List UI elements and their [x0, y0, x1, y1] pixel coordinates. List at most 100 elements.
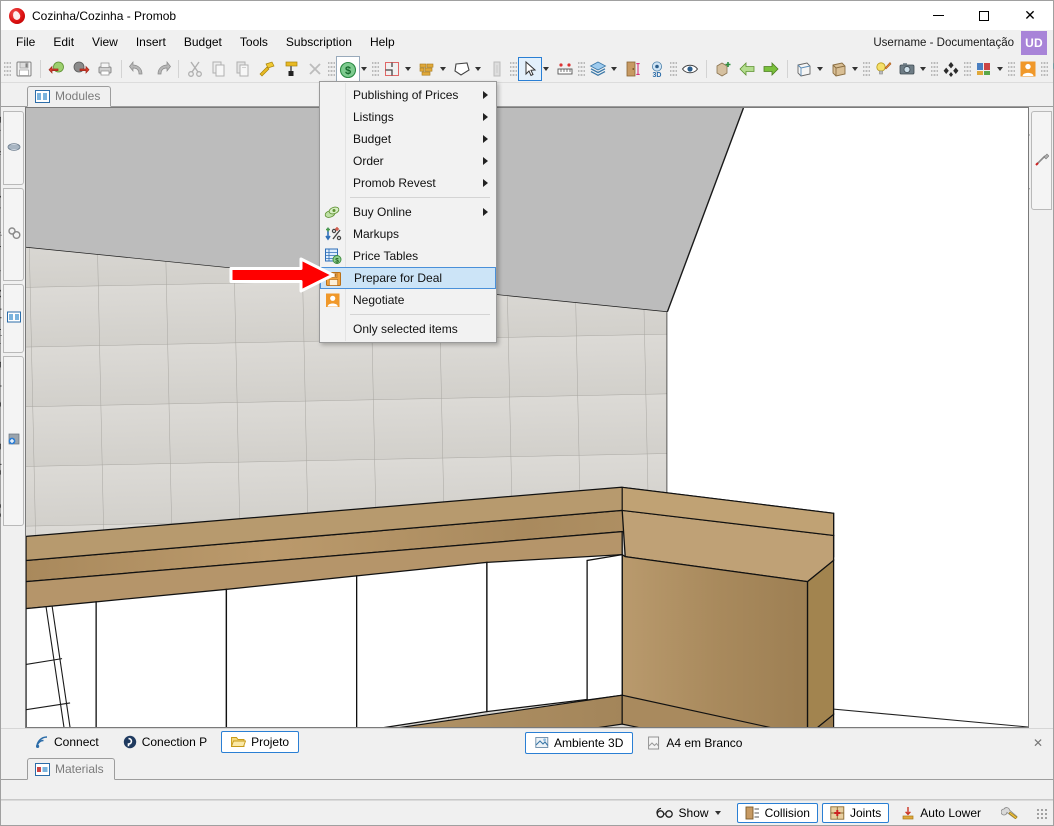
user-button[interactable]: [1016, 57, 1040, 81]
solid-view-button[interactable]: [827, 57, 851, 81]
toolbar-grip-9[interactable]: [964, 59, 971, 78]
sidebar-item-module-list[interactable]: Module List: [0, 283, 24, 353]
tab-modules[interactable]: Modules: [27, 86, 112, 107]
menu-item-markups[interactable]: Markups: [320, 223, 496, 245]
light-button[interactable]: [871, 57, 895, 81]
tab-materials[interactable]: Materials: [27, 758, 115, 780]
layers-button[interactable]: [586, 57, 610, 81]
import-button[interactable]: [45, 57, 69, 81]
menu-item-price-tables[interactable]: $ Price Tables: [320, 245, 496, 267]
save-button[interactable]: [12, 57, 36, 81]
menu-help[interactable]: Help: [361, 31, 404, 54]
tab-a4-em-branco[interactable]: A4 em Branco: [637, 732, 752, 754]
viewport-3d[interactable]: [25, 107, 1029, 728]
tab-projeto[interactable]: Projeto: [221, 730, 300, 753]
select-tool-button[interactable]: [518, 56, 542, 81]
menu-item-only-selected-items[interactable]: Only selected items: [320, 318, 496, 340]
toolbar-grip-3[interactable]: [372, 59, 379, 78]
camera-caret-icon[interactable]: [920, 66, 926, 71]
sidebar-item-automatic-insert[interactable]: Automatic Insert: [0, 188, 24, 281]
export-button[interactable]: [69, 57, 93, 81]
menu-budget[interactable]: Budget: [175, 31, 231, 54]
show-button[interactable]: Show: [648, 803, 733, 823]
sidebar-item-extras-items[interactable]: Extras Items: [0, 111, 24, 186]
auto-lower-button[interactable]: Auto Lower: [893, 803, 989, 823]
minimize-button[interactable]: [915, 1, 961, 30]
menu-item-negotiate[interactable]: Negotiate: [320, 289, 496, 311]
visibility-button[interactable]: [678, 57, 702, 81]
camera-button[interactable]: [895, 57, 919, 81]
height-button[interactable]: [621, 57, 645, 81]
menu-view[interactable]: View: [83, 31, 127, 54]
redo-button[interactable]: [150, 57, 174, 81]
environment-caret-icon[interactable]: [405, 66, 411, 71]
tab-ambiente-3d[interactable]: Ambiente 3D: [525, 731, 634, 754]
undo-button[interactable]: [126, 57, 150, 81]
menu-item-order[interactable]: Order: [320, 150, 496, 172]
menu-item-budget[interactable]: Budget: [320, 128, 496, 150]
menu-edit[interactable]: Edit: [44, 31, 83, 54]
copy-button[interactable]: [207, 57, 231, 81]
wrench-button[interactable]: [993, 803, 1027, 823]
menu-tools[interactable]: Tools: [231, 31, 277, 54]
cut-button[interactable]: [183, 57, 207, 81]
menu-subscription[interactable]: Subscription: [277, 31, 361, 54]
toolbar-grip[interactable]: [4, 59, 11, 78]
menu-insert[interactable]: Insert: [127, 31, 175, 54]
next-button[interactable]: [759, 57, 783, 81]
wall-button[interactable]: [415, 57, 439, 81]
toolbar-grip-11[interactable]: [1041, 59, 1048, 78]
menu-item-listings[interactable]: Listings: [320, 106, 496, 128]
paste-button[interactable]: [231, 57, 255, 81]
wireframe-caret-icon[interactable]: [817, 66, 823, 71]
maximize-button[interactable]: [961, 1, 1007, 30]
budget-menu-caret-icon[interactable]: [361, 66, 367, 71]
environment-button[interactable]: [380, 57, 404, 81]
measure-tool-button[interactable]: [553, 57, 577, 81]
layers-caret-icon[interactable]: [611, 66, 617, 71]
user-account-area[interactable]: Username - Documentação UD: [873, 30, 1047, 55]
view-3d-button[interactable]: 3D: [645, 57, 669, 81]
toolbar-grip-7[interactable]: [863, 59, 870, 78]
select-tool-caret-icon[interactable]: [543, 66, 549, 71]
menu-item-publishing-of-prices[interactable]: Publishing of Prices: [320, 84, 496, 106]
tab-conection-p[interactable]: Conection P: [113, 731, 217, 753]
paint-roller-button[interactable]: [279, 57, 303, 81]
previous-button[interactable]: [735, 57, 759, 81]
collision-button[interactable]: Collision: [736, 803, 818, 823]
window-resize-grip[interactable]: [1035, 807, 1047, 819]
joints-button[interactable]: Joints: [821, 803, 890, 823]
tab-connect[interactable]: Connect: [25, 731, 109, 753]
budget-menu-button[interactable]: $: [336, 56, 360, 83]
chat-button[interactable]: [1049, 57, 1054, 81]
sidebar-item-tools-properties[interactable]: Tools - Properties: [1019, 111, 1052, 210]
toolbar-grip-10[interactable]: [1008, 59, 1015, 78]
toolbar-grip-4[interactable]: [510, 59, 517, 78]
column-button[interactable]: [485, 57, 509, 81]
toolbar-grip-2[interactable]: [328, 59, 335, 78]
avatar[interactable]: UD: [1021, 30, 1047, 55]
colors-caret-icon[interactable]: [997, 66, 1003, 71]
sidebar-item-render-queue[interactable]: Render Queue - Real Scene 2.0: [0, 355, 24, 527]
menu-file[interactable]: File: [7, 31, 44, 54]
delete-button[interactable]: [303, 57, 327, 81]
close-button[interactable]: ✕: [1007, 1, 1053, 30]
solid-view-caret-icon[interactable]: [852, 66, 858, 71]
toolbar-grip-5[interactable]: [578, 59, 585, 78]
add-module-button[interactable]: [711, 57, 735, 81]
close-document-icon[interactable]: ✕: [1033, 736, 1043, 750]
colors-button[interactable]: [972, 57, 996, 81]
show-caret-icon[interactable]: [714, 811, 721, 815]
toolbar-grip-8[interactable]: [931, 59, 938, 78]
menu-item-promob-revest[interactable]: Promob Revest: [320, 172, 496, 194]
toolbar-grip-6[interactable]: [670, 59, 677, 78]
print-button[interactable]: [93, 57, 117, 81]
menu-item-buy-online[interactable]: Buy Online: [320, 201, 496, 223]
wall-caret-icon[interactable]: [440, 66, 446, 71]
snap-button[interactable]: [939, 57, 963, 81]
floor-caret-icon[interactable]: [475, 66, 481, 71]
wireframe-button[interactable]: [792, 57, 816, 81]
menu-item-prepare-for-deal[interactable]: Prepare for Deal: [320, 267, 496, 289]
floor-button[interactable]: [450, 57, 474, 81]
hammer-button[interactable]: [255, 57, 279, 81]
